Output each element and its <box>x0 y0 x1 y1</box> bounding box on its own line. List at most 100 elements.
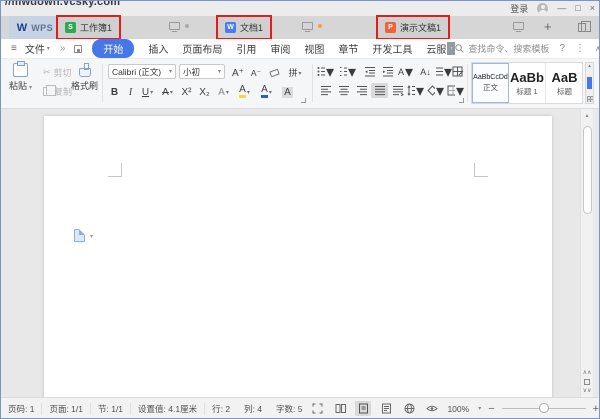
save-icon[interactable] <box>74 45 82 53</box>
underline-button[interactable]: U▾ <box>138 82 157 98</box>
status-page-number[interactable]: 页码: 1 <box>1 403 42 415</box>
paste-button[interactable]: 粘贴▾ <box>9 63 32 92</box>
shading-button[interactable]: ▾ <box>427 83 444 98</box>
status-row[interactable]: 行: 2 <box>205 403 237 415</box>
font-group-expander[interactable] <box>301 98 306 103</box>
ribbon-tab-section[interactable]: 章节 <box>338 41 358 56</box>
eye-protect-button[interactable] <box>424 401 440 416</box>
scrollbar-thumb[interactable] <box>583 126 592 214</box>
decrease-indent-button[interactable] <box>361 64 378 79</box>
vertical-scrollbar[interactable]: ▴ ∧∧ ∨∨ <box>580 109 593 397</box>
tab-wps-home[interactable]: W WPS <box>9 16 61 39</box>
login-link[interactable]: 登录 <box>510 2 528 15</box>
text-effects-button[interactable]: A▾ <box>214 82 233 98</box>
style-heading1[interactable]: AaBb 标题 1 <box>509 63 546 103</box>
page-view-button[interactable] <box>355 401 371 416</box>
ribbon-tab-insert[interactable]: 插入 <box>148 41 168 56</box>
select-browse-object-button[interactable] <box>584 379 590 385</box>
bold-button[interactable]: B <box>107 82 122 98</box>
copy-button[interactable]: 复制 <box>43 85 72 98</box>
zoom-slider-knob[interactable] <box>539 403 549 413</box>
next-page-button[interactable]: ∨∨ <box>583 389 592 393</box>
char-shading-button[interactable]: A <box>279 82 296 98</box>
style-heading2[interactable]: AaB 标题 <box>546 63 583 103</box>
command-search[interactable]: 查找命令、搜索模板 <box>455 42 549 55</box>
status-column[interactable]: 列: 4 <box>237 403 269 415</box>
zoom-in-button[interactable]: + <box>593 403 599 415</box>
pinyin-guide-button[interactable]: 拼▾ <box>284 63 306 79</box>
status-setting-value[interactable]: 设置值: 4.1厘米 <box>131 403 205 415</box>
font-size-select[interactable]: 小初 ▾ <box>179 64 225 79</box>
previous-page-button[interactable]: ∧∧ <box>583 371 592 375</box>
align-left-button[interactable] <box>317 83 334 98</box>
file-menu[interactable]: 文件 <box>25 41 45 56</box>
paint-bucket-icon <box>427 85 435 96</box>
align-right-button[interactable] <box>353 83 370 98</box>
new-tab-button[interactable]: + <box>544 19 552 34</box>
scroll-up-icon[interactable]: ▴ <box>588 64 591 69</box>
tab-workbook1[interactable]: S 工作簿1 <box>58 17 119 38</box>
grow-font-button[interactable]: A⁺ <box>230 63 246 79</box>
close-button[interactable]: × <box>590 1 595 15</box>
zoom-level[interactable]: 100% <box>447 404 469 414</box>
web-view-button[interactable] <box>401 401 417 416</box>
status-section[interactable]: 节: 1/1 <box>91 403 131 415</box>
styles-more-icon[interactable] <box>587 96 593 102</box>
justify-button[interactable] <box>371 83 388 98</box>
font-color-button[interactable]: A▾ <box>256 82 277 98</box>
outline-view-button[interactable] <box>378 401 394 416</box>
inline-file-icon[interactable] <box>74 229 85 242</box>
ribbon-tab-cloud[interactable]: 云服 <box>426 41 446 56</box>
italic-button[interactable]: I <box>124 82 137 98</box>
styles-scroll-thumb[interactable] <box>587 77 592 89</box>
sort-button[interactable]: A↓ <box>417 64 434 79</box>
zoom-out-button[interactable]: − <box>488 403 494 415</box>
ribbon-tab-view[interactable]: 视图 <box>304 41 324 56</box>
align-center-button[interactable] <box>335 83 352 98</box>
tab-presentation1[interactable]: P 演示文稿1 <box>378 17 448 38</box>
font-name-select[interactable]: Calibri (正文) ▾ <box>108 64 176 79</box>
minimize-button[interactable]: — <box>557 1 566 15</box>
subscript-button[interactable]: X₂ <box>196 82 213 98</box>
fullscreen-view-button[interactable] <box>309 401 325 416</box>
numbered-list-button[interactable]: ▾ <box>339 64 356 79</box>
highlight-color-button[interactable]: A▾ <box>234 82 255 98</box>
avatar[interactable] <box>537 3 548 14</box>
text-tool-button[interactable] <box>449 64 466 79</box>
borders-button[interactable]: ▾ <box>447 83 464 98</box>
style-normal[interactable]: AaBbCcDd 正文 <box>472 63 509 103</box>
superscript-button[interactable]: X² <box>178 82 195 98</box>
ribbon-tab-home[interactable]: 开始 <box>92 39 134 58</box>
format-painter-button[interactable]: 格式刷 <box>71 63 98 92</box>
scroll-up-arrow[interactable]: ▴ <box>581 112 593 119</box>
tab-document1[interactable]: W 文档1 <box>218 17 270 38</box>
more-options-icon[interactable]: ⋮ <box>575 43 585 54</box>
ribbon-tab-developer[interactable]: 开发工具 <box>372 41 412 56</box>
side-by-side-view-button[interactable] <box>332 401 348 416</box>
collapse-ribbon-icon[interactable]: ∧ <box>595 44 600 53</box>
asian-layout-button[interactable]: A▾ <box>397 64 414 79</box>
window-manager-icon[interactable] <box>578 23 586 32</box>
clear-format-button[interactable] <box>266 63 282 79</box>
document-page[interactable]: ▾ <box>44 116 552 397</box>
ribbon-tab-review[interactable]: 审阅 <box>270 41 290 56</box>
maximize-button[interactable]: □ <box>575 1 580 15</box>
paragraph-group-expander[interactable] <box>459 98 464 103</box>
hamburger-icon[interactable]: ≡ <box>11 43 17 54</box>
cut-button[interactable]: ✂ 剪切 <box>43 66 72 79</box>
styles-scrollbar[interactable]: ▴ <box>585 62 594 104</box>
ribbon-tab-page-layout[interactable]: 页面布局 <box>182 41 222 56</box>
shrink-font-button[interactable]: A⁻ <box>248 63 264 79</box>
toolbar-overflow-icon[interactable]: » <box>60 43 66 54</box>
ribbon-tab-references[interactable]: 引用 <box>236 41 256 56</box>
status-word-count[interactable]: 字数: 5 <box>269 403 309 415</box>
bullet-list-button[interactable]: ▾ <box>317 64 334 79</box>
distribute-button[interactable] <box>389 83 406 98</box>
cloud-more-icon[interactable]: › <box>447 42 455 55</box>
increase-indent-button[interactable] <box>379 64 396 79</box>
line-spacing-button[interactable]: ▾ <box>407 83 424 98</box>
status-page-count[interactable]: 页面: 1/1 <box>42 403 91 415</box>
help-icon[interactable]: ? <box>559 43 565 54</box>
strikethrough-button[interactable]: A▾ <box>158 82 177 98</box>
zoom-slider[interactable] <box>502 408 586 409</box>
